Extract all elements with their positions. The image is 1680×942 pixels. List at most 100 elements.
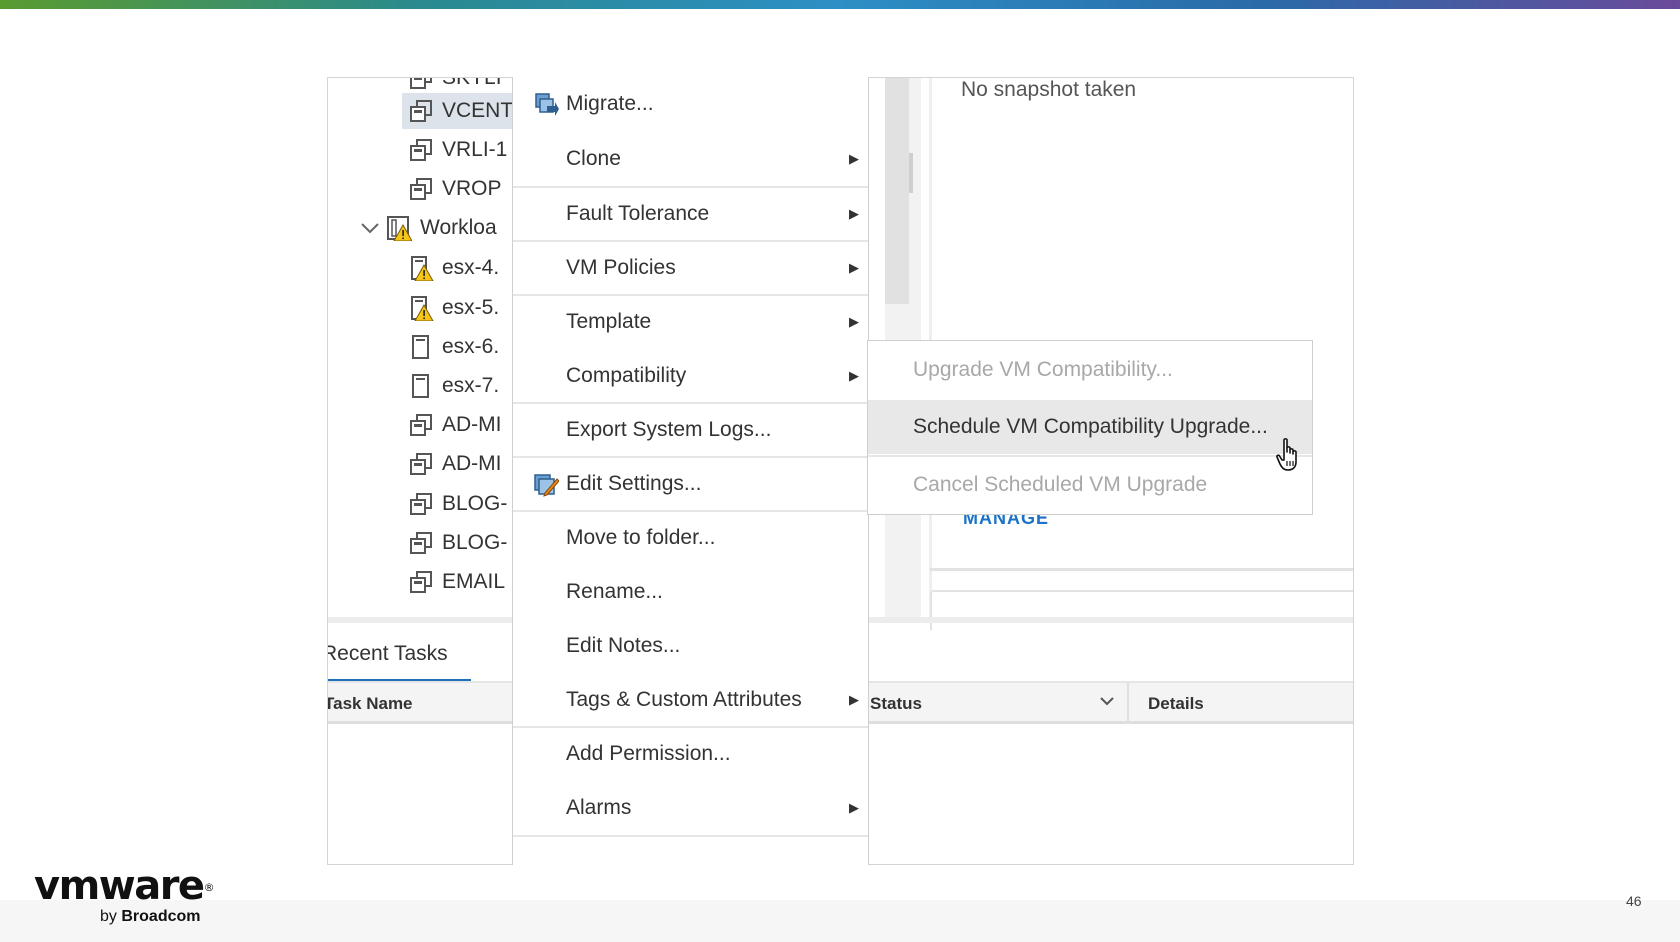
tree-item-vrli[interactable]: VRLI-1 xyxy=(408,132,507,168)
column-header-status[interactable]: Status xyxy=(870,694,922,714)
tree-item-label: esx-4. xyxy=(442,256,500,279)
tree-item-label: VCENT xyxy=(442,99,514,122)
menu-item-label: Edit Settings... xyxy=(566,472,702,495)
vmware-by-broadcom-logo: vmware® by Broadcom xyxy=(34,863,215,925)
tree-item-vrops[interactable]: VROP xyxy=(408,171,502,207)
tree-item-vm[interactable]: AD-MI xyxy=(408,407,502,443)
tree-item-vm[interactable]: EMAIL xyxy=(408,564,505,600)
vm-context-menu: Migrate... Clone ▶ Fault Tolerance ▶ VM … xyxy=(512,77,869,865)
logo-company: Broadcom xyxy=(121,908,201,925)
menu-item-label: VM Policies xyxy=(566,256,676,279)
tree-item-vcenter[interactable]: VCENT xyxy=(402,93,514,129)
tree-item-label: SKYLI xyxy=(442,78,502,90)
tree-item-label: VROP xyxy=(442,177,502,200)
host-warning-icon xyxy=(408,255,434,282)
vm-icon xyxy=(408,176,434,202)
tree-item-label: esx-7. xyxy=(442,374,500,397)
menu-item-label: Edit Notes... xyxy=(566,634,681,657)
vm-icon xyxy=(408,491,434,517)
submenu-arrow-icon: ▶ xyxy=(849,151,859,166)
tree-item-label: BLOG- xyxy=(442,531,508,554)
hand-pointer-icon xyxy=(1275,437,1303,473)
tree-item-vm[interactable]: AD-MI xyxy=(408,446,502,482)
menu-item-label: Alarms xyxy=(566,796,632,819)
tree-item-host[interactable]: esx-4. xyxy=(408,250,499,286)
tree-item-label: AD-MI xyxy=(442,452,502,475)
logo-by-text: by xyxy=(100,908,117,925)
column-divider[interactable] xyxy=(1127,683,1129,723)
menu-item-schedule-vm-compatibility-upgrade[interactable]: Schedule VM Compatibility Upgrade... xyxy=(868,400,1312,454)
menu-item-label: Tags & Custom Attributes xyxy=(566,688,802,711)
menu-item-vm-policies[interactable]: VM Policies ▶ xyxy=(513,241,868,295)
tree-item-label: BLOG- xyxy=(442,492,508,515)
menu-item-label: Move to folder... xyxy=(566,526,716,549)
menu-item-fault-tolerance[interactable]: Fault Tolerance ▶ xyxy=(513,187,868,241)
vm-icon xyxy=(408,78,434,91)
snapshot-status-text: No snapshot taken xyxy=(961,78,1137,101)
menu-item-clone[interactable]: Clone ▶ xyxy=(513,132,868,186)
vm-icon xyxy=(408,569,434,595)
menu-item-label: Clone xyxy=(566,147,621,170)
compatibility-submenu: Upgrade VM Compatibility... Schedule VM … xyxy=(867,340,1313,515)
tree-item-label: esx-6. xyxy=(442,335,500,358)
tree-item-vm[interactable]: BLOG- xyxy=(408,486,507,522)
menu-item-rename[interactable]: Rename... xyxy=(513,565,868,619)
registered-mark: ® xyxy=(203,881,215,894)
menu-item-move-to-folder[interactable]: Move to folder... xyxy=(513,511,868,565)
column-header-details[interactable]: Details xyxy=(1148,694,1204,714)
submenu-arrow-icon: ▶ xyxy=(849,368,859,383)
menu-item-upgrade-vm-compatibility[interactable]: Upgrade VM Compatibility... xyxy=(868,343,1312,397)
slide-footer xyxy=(0,900,1680,942)
menu-separator xyxy=(868,455,1312,457)
menu-item-alarms[interactable]: Alarms ▶ xyxy=(513,781,868,835)
menu-item-label: Rename... xyxy=(566,580,663,603)
inventory-tree: SKYLI VCENT VRLI-1 VROP xyxy=(328,78,514,618)
host-icon xyxy=(408,334,434,360)
menu-item-export-system-logs[interactable]: Export System Logs... xyxy=(513,403,868,457)
menu-item-label: Compatibility xyxy=(566,364,687,387)
vm-icon xyxy=(408,412,434,438)
submenu-arrow-icon: ▶ xyxy=(849,314,859,329)
menu-item-label: Template xyxy=(566,310,652,333)
submenu-arrow-icon: ▶ xyxy=(849,800,859,815)
menu-item-compatibility[interactable]: Compatibility ▶ xyxy=(513,349,868,403)
tree-item-label: Workloa xyxy=(420,216,497,239)
vm-icon xyxy=(408,137,434,163)
tree-item-host[interactable]: esx-5. xyxy=(408,290,499,326)
chevron-down-icon[interactable] xyxy=(358,216,382,240)
logo-wordmark: vmware xyxy=(34,863,205,909)
menu-item-label: Fault Tolerance xyxy=(566,202,710,225)
tab-recent-tasks[interactable]: Recent Tasks xyxy=(328,642,448,666)
menu-item-tags-custom-attributes[interactable]: Tags & Custom Attributes ▶ xyxy=(513,673,868,727)
tree-item-label: AD-MI xyxy=(442,413,502,436)
brand-gradient-bar xyxy=(0,0,1680,9)
submenu-arrow-icon: ▶ xyxy=(849,260,859,275)
tree-item-workload-cluster[interactable]: Workloa xyxy=(358,210,497,246)
menu-item-cancel-scheduled-vm-upgrade[interactable]: Cancel Scheduled VM Upgrade xyxy=(868,458,1312,512)
tree-scrollbar-thumb[interactable] xyxy=(885,78,909,304)
tree-item-vm[interactable]: BLOG- xyxy=(408,525,507,561)
host-icon xyxy=(408,373,434,399)
menu-item-edit-settings[interactable]: Edit Settings... xyxy=(513,457,868,511)
migrate-icon xyxy=(533,91,559,117)
card-border xyxy=(930,568,1353,571)
tree-item-label: VRLI-1 xyxy=(442,138,508,161)
menu-item-template[interactable]: Template ▶ xyxy=(513,295,868,349)
slide-page-number: 46 xyxy=(1626,893,1642,909)
column-header-task-name[interactable]: Task Name xyxy=(328,694,413,714)
tree-item-label: esx-5. xyxy=(442,296,500,319)
tree-item-host[interactable]: esx-7. xyxy=(408,368,499,404)
menu-item-add-permission[interactable]: Add Permission... xyxy=(513,727,868,781)
menu-item-edit-notes[interactable]: Edit Notes... xyxy=(513,619,868,673)
menu-item-migrate[interactable]: Migrate... xyxy=(513,77,868,131)
chevron-down-icon[interactable] xyxy=(1098,691,1116,711)
menu-item-label: Migrate... xyxy=(566,92,654,115)
cluster-warning-icon xyxy=(386,215,413,242)
menu-separator xyxy=(513,835,868,837)
host-warning-icon xyxy=(408,295,434,322)
tree-item-host[interactable]: esx-6. xyxy=(408,329,499,365)
vm-icon xyxy=(408,451,434,477)
menu-item-label: Export System Logs... xyxy=(566,418,772,441)
scrollbar-grip xyxy=(909,153,913,193)
menu-item-label: Cancel Scheduled VM Upgrade xyxy=(913,473,1208,496)
